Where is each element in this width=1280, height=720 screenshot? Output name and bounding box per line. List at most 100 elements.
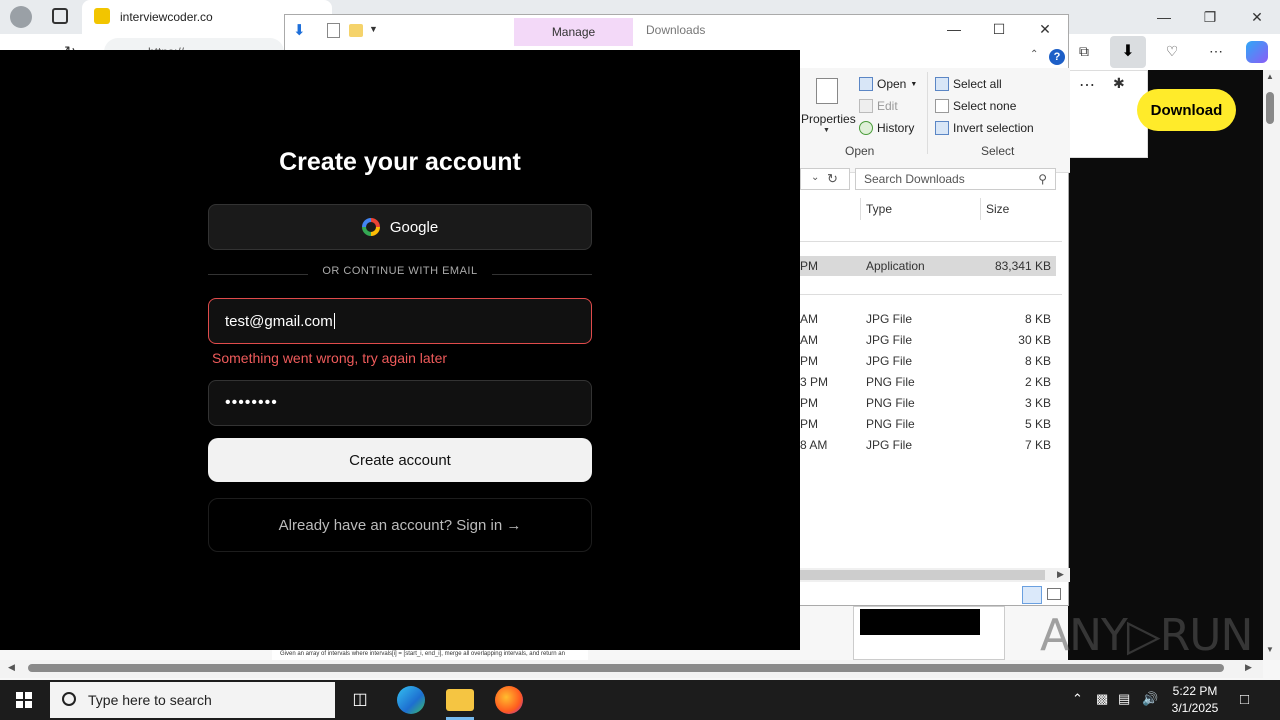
password-field[interactable]: •••••••• [208, 380, 592, 426]
downloads-panel: ⋯ ✱ [1068, 70, 1148, 158]
explorer-minimize-icon[interactable]: — [939, 21, 969, 37]
folder-quick-icon[interactable] [349, 24, 363, 37]
taskbar: Type here to search ◫ ⌃ ▩ ▤ 🔊 5:22 PM 3/… [0, 680, 1280, 720]
clock-time: 5:22 PM [1172, 684, 1218, 698]
more-icon[interactable]: ⋯ [1204, 40, 1228, 62]
error-message: Something went wrong, try again later [212, 350, 448, 366]
file-size: 7 KB [1024, 438, 1051, 452]
google-label: Google [389, 218, 439, 236]
file-row[interactable]: AM JPG File 30 KB [800, 330, 1056, 350]
create-account-button[interactable]: Create account [208, 438, 592, 482]
volume-icon[interactable]: 🔊 [1142, 691, 1158, 707]
panel-more-icon[interactable]: ⋯ [1079, 75, 1095, 95]
minimize-icon[interactable]: — [1152, 6, 1176, 28]
vertical-scroll-thumb[interactable] [1266, 92, 1274, 124]
signup-page: Create your account Google OR CONTINUE W… [0, 50, 800, 650]
help-icon[interactable]: ? [1049, 49, 1065, 65]
refresh-folder-icon[interactable]: ↻ [827, 171, 838, 187]
explorer-close-icon[interactable]: ✕ [1030, 21, 1060, 38]
google-signin-button[interactable]: Google [208, 204, 592, 250]
search-icon [62, 692, 76, 706]
address-dropdown[interactable]: ⌄ [800, 168, 850, 190]
profile-avatar[interactable] [10, 6, 32, 28]
select-all-button[interactable]: Select all [935, 77, 1002, 91]
file-row[interactable]: 8 AM JPG File 7 KB [800, 435, 1056, 455]
explorer-maximize-icon[interactable]: ☐ [984, 21, 1014, 38]
sign-in-link[interactable]: Already have an account? Sign in → [208, 498, 592, 552]
downloads-icon[interactable]: ⬇ [1110, 36, 1146, 68]
file-explorer-icon[interactable] [446, 689, 474, 711]
large-icons-view-icon[interactable] [1047, 588, 1061, 600]
start-button[interactable] [0, 680, 48, 720]
file-row[interactable]: 3 PM PNG File 2 KB [800, 372, 1056, 392]
ribbon-collapse-icon[interactable]: ⌃ [1030, 49, 1038, 60]
file-size: 30 KB [1018, 333, 1051, 347]
manage-tab[interactable]: Manage [514, 18, 633, 46]
watermark-logo: ANY▷RUN [1040, 610, 1253, 661]
taskbar-search[interactable]: Type here to search [50, 682, 335, 718]
history-icon [859, 121, 873, 135]
page-title: Create your account [279, 148, 521, 176]
file-row[interactable]: AM JPG File 8 KB [800, 309, 1056, 329]
properties-icon[interactable] [816, 78, 838, 104]
download-button[interactable]: Download [1137, 89, 1236, 131]
file-row[interactable]: PM PNG File 5 KB [800, 414, 1056, 434]
column-size[interactable]: Size [986, 202, 1009, 216]
ribbon-separator [927, 72, 928, 154]
file-type: JPG File [866, 354, 913, 368]
clock[interactable]: 5:22 PM 3/1/2025 [1170, 683, 1220, 717]
edge-icon[interactable] [397, 686, 425, 714]
select-none-button[interactable]: Select none [935, 99, 1016, 113]
close-icon[interactable]: ✕ [1245, 6, 1269, 28]
explorer-title: Downloads [646, 23, 706, 37]
health-icon[interactable]: ♡ [1160, 40, 1184, 62]
tray-chevron-icon[interactable]: ⌃ [1072, 691, 1083, 707]
properties-label[interactable]: Properties [801, 112, 856, 126]
horizontal-scroll-thumb[interactable] [28, 664, 1224, 672]
invert-selection-button[interactable]: Invert selection [935, 121, 1034, 135]
file-type: JPG File [866, 312, 913, 326]
explorer-hscroll-thumb[interactable] [800, 570, 1045, 580]
restore-icon[interactable]: ❐ [1198, 6, 1222, 28]
pin-icon[interactable]: ✱ [1113, 75, 1125, 92]
file-type: JPG File [866, 333, 913, 347]
firefox-icon[interactable] [495, 686, 523, 714]
download-arrow-icon[interactable]: ⬇ [293, 21, 306, 39]
properties-quick-icon[interactable] [327, 23, 340, 38]
file-row[interactable]: PM PNG File 3 KB [800, 393, 1056, 413]
tab-actions-icon[interactable] [52, 8, 68, 24]
search-downloads-input[interactable]: Search Downloads ⚲ [855, 168, 1056, 190]
properties-dropdown-icon[interactable]: ▼ [823, 127, 830, 134]
notifications-icon[interactable]: □ [1240, 691, 1249, 708]
file-date: 8 AM [800, 438, 828, 452]
task-view-icon[interactable]: ◫ [346, 686, 374, 714]
open-dropdown-icon: ▼ [910, 80, 918, 88]
edit-button[interactable]: Edit [859, 99, 898, 113]
file-size: 8 KB [1024, 354, 1051, 368]
column-type[interactable]: Type [866, 202, 892, 216]
file-size: 83,341 KB [994, 259, 1051, 273]
history-button[interactable]: History [859, 121, 914, 135]
scroll-up-icon[interactable]: ▲ [1266, 72, 1274, 81]
device-icon[interactable]: ▩ [1096, 691, 1108, 707]
network-icon[interactable]: ▤ [1118, 691, 1130, 707]
scroll-left-icon[interactable]: ◀ [8, 662, 15, 673]
file-row[interactable]: PM Application 83,341 KB [800, 256, 1056, 276]
tab-title: interviewcoder.co [120, 10, 213, 24]
qat-dropdown-icon[interactable]: ▼ [369, 24, 378, 34]
select-none-icon [935, 99, 949, 113]
open-button[interactable]: Open ▼ [859, 77, 917, 91]
vertical-scrollbar[interactable] [1263, 70, 1280, 660]
email-divider: OR CONTINUE WITH EMAIL [208, 265, 592, 283]
explorer-scroll-right-icon[interactable]: ▶ [1057, 569, 1064, 580]
scroll-right-icon[interactable]: ▶ [1245, 662, 1252, 673]
details-view-icon[interactable] [1022, 586, 1042, 604]
email-field[interactable]: test@gmail.com [208, 298, 592, 344]
scroll-down-icon[interactable]: ▼ [1266, 645, 1274, 654]
file-row[interactable]: PM JPG File 8 KB [800, 351, 1056, 371]
collections-icon[interactable]: ⧉ [1072, 40, 1096, 62]
file-size: 3 KB [1024, 396, 1051, 410]
column-divider [980, 198, 981, 220]
search-icon: ⚲ [1038, 172, 1047, 186]
copilot-icon[interactable] [1246, 41, 1268, 63]
